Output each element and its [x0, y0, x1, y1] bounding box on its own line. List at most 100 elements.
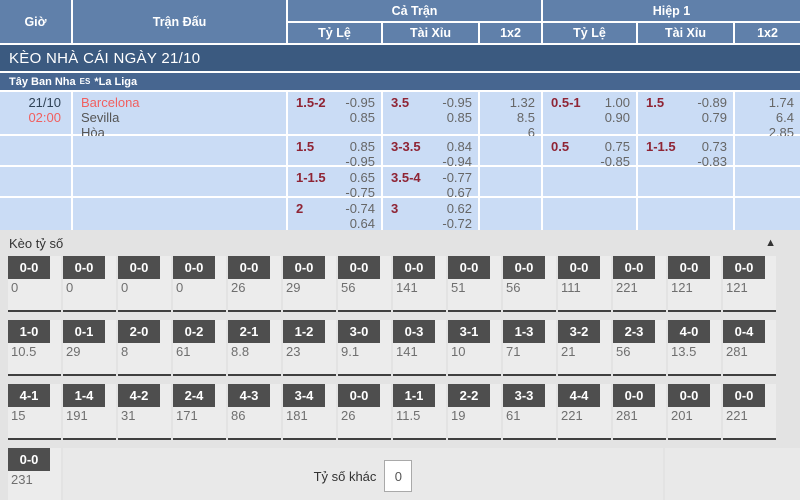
score-odds-cell[interactable]: 0-056 [503, 256, 556, 312]
odds-cell-ft-overunder[interactable]: 30.62-0.72 [383, 198, 478, 230]
score-odds-cell[interactable]: 4-115 [8, 384, 61, 440]
odds-value: 8.5 [517, 110, 535, 125]
score-odds-cell[interactable]: 0-0121 [723, 256, 776, 312]
score-odds-cell[interactable]: 1-010.5 [8, 320, 61, 376]
score-odds-cell[interactable]: 0-026 [338, 384, 391, 440]
score-odds-value: 191 [63, 404, 88, 423]
handicap-line: 0.5 [551, 139, 569, 165]
odds-cell-ft-overunder[interactable]: 3.5-0.950.85 [383, 92, 478, 134]
score-odds-cell[interactable]: 0-0221 [613, 256, 666, 312]
odds-table: Giờ Trận Đấu Cả Trận Hiệp 1 Tỷ Lệ Tài Xỉ… [0, 0, 800, 230]
score-odds-value: 221 [723, 404, 748, 423]
score-odds-cell[interactable]: 1-371 [503, 320, 556, 376]
odds-value: 0.79 [702, 110, 727, 125]
match-time-cell [0, 198, 71, 230]
score-odds-cell[interactable]: 0-0221 [723, 384, 776, 440]
home-team-name[interactable]: Barcelona [81, 95, 286, 110]
score-odds-cell[interactable]: 0-129 [63, 320, 116, 376]
score-odds-cell[interactable]: 1-4191 [63, 384, 116, 440]
score-odds-cell[interactable]: 0-4281 [723, 320, 776, 376]
odds-cell-ft-handicap[interactable]: 1.5-2-0.950.85 [288, 92, 381, 134]
match-teams-cell [73, 136, 286, 165]
score-odds-cell[interactable]: 3-4181 [283, 384, 336, 440]
score-odds-value: 141 [393, 340, 418, 359]
odds-cell-ft-handicap[interactable]: 1-1.50.65-0.75 [288, 167, 381, 196]
score-odds-cell[interactable]: 0-0231 [8, 448, 61, 500]
score-odds-cell[interactable]: 1-223 [283, 320, 336, 376]
handicap-line: 3-3.5 [391, 139, 421, 165]
away-team-name[interactable]: Sevilla [81, 110, 286, 125]
score-odds-value: 61 [173, 340, 190, 359]
score-odds-value: 21 [558, 340, 575, 359]
odds-value: 1.74 [769, 95, 794, 110]
handicap-line: 3 [391, 201, 398, 230]
odds-cell-h1-handicap[interactable]: 0.50.75-0.85 [543, 136, 636, 165]
odds-values: -0.740.64 [345, 201, 375, 230]
score-odds-cell[interactable]: 0-00 [118, 256, 171, 312]
score-odds-cell[interactable]: 0-056 [338, 256, 391, 312]
collapse-arrow-icon[interactable]: ▲ [765, 237, 776, 249]
score-odds-cell[interactable]: 3-221 [558, 320, 611, 376]
league-name: *La Liga [94, 76, 137, 88]
odds-cell-ft-handicap[interactable]: 1.50.85-0.95 [288, 136, 381, 165]
score-odds-cell[interactable]: 0-0281 [613, 384, 666, 440]
score-odds-value: 29 [63, 340, 80, 359]
score-odds-cell[interactable]: 0-261 [173, 320, 226, 376]
score-odds-cell[interactable]: 0-3141 [393, 320, 446, 376]
score-odds-value: 19 [448, 404, 465, 423]
score-odds-cell[interactable]: 4-231 [118, 384, 171, 440]
odds-cell-ft-overunder[interactable]: 3.5-4-0.770.67 [383, 167, 478, 196]
score-odds-cell[interactable]: 1-111.5 [393, 384, 446, 440]
other-score-label: Tỷ số khác [314, 469, 377, 484]
other-score-input[interactable] [384, 460, 412, 492]
odds-cell-h1-overunder[interactable]: 1-1.50.73-0.83 [638, 136, 733, 165]
score-row: 4-1151-41914-2312-41714-3863-41810-0261-… [8, 384, 800, 440]
score-odds-cell[interactable]: 0-00 [173, 256, 226, 312]
odds-cell-ft-overunder[interactable]: 3-3.50.84-0.94 [383, 136, 478, 165]
score-odds-cell[interactable]: 2-18.8 [228, 320, 281, 376]
score-odds-cell[interactable]: 0-0111 [558, 256, 611, 312]
match-time-cell [0, 167, 71, 196]
score-odds-cell[interactable]: 3-09.1 [338, 320, 391, 376]
odds-cell-ft-handicap[interactable]: 2-0.740.64 [288, 198, 381, 230]
score-odds-cell[interactable]: 2-356 [613, 320, 666, 376]
score-odds-cell[interactable]: 4-013.5 [668, 320, 721, 376]
match-date: 21/10 [0, 95, 61, 110]
col-header-ft-overunder: Tài Xỉu [383, 23, 478, 43]
score-odds-value: 10.5 [8, 340, 36, 359]
score-odds-cell[interactable]: 0-00 [8, 256, 61, 312]
score-odds-value: 56 [338, 276, 355, 295]
score-odds-cell[interactable]: 0-00 [63, 256, 116, 312]
score-odds-cell[interactable]: 4-386 [228, 384, 281, 440]
odds-rows: 21/1002:00BarcelonaSevillaHòa1.5-2-0.950… [0, 92, 800, 230]
score-section-header: Kèo tỷ số ▲ [0, 230, 800, 256]
score-odds-cell[interactable]: 0-0121 [668, 256, 721, 312]
score-odds-cell[interactable]: 2-219 [448, 384, 501, 440]
score-odds-value: 0 [63, 276, 73, 295]
score-odds-cell[interactable]: 0-026 [228, 256, 281, 312]
score-odds-cell[interactable]: 2-4171 [173, 384, 226, 440]
odds-cell-ft-1x2 [480, 167, 541, 196]
score-odds-cell[interactable]: 0-051 [448, 256, 501, 312]
score-odds-cell[interactable]: 0-0201 [668, 384, 721, 440]
odds-cell-h1-handicap[interactable]: 0.5-11.000.90 [543, 92, 636, 134]
odds-cell-ft-1x2[interactable]: 1.328.56 [480, 92, 541, 134]
score-odds-cell[interactable]: 2-08 [118, 320, 171, 376]
col-header-ft-handicap: Tỷ Lệ [288, 23, 381, 43]
score-odds-cell[interactable]: 3-361 [503, 384, 556, 440]
handicap-line: 1.5-2 [296, 95, 326, 134]
score-odds-cell[interactable]: 3-110 [448, 320, 501, 376]
col-header-time: Giờ [0, 0, 71, 43]
league-country-code: es [80, 77, 91, 86]
score-odds-value: 231 [8, 468, 33, 487]
score-odds-value: 8 [118, 340, 128, 359]
odds-cell-h1-overunder[interactable]: 1.5-0.890.79 [638, 92, 733, 134]
score-odds-value: 11.5 [393, 404, 420, 423]
score-section-title: Kèo tỷ số [9, 236, 63, 251]
score-odds-cell[interactable]: 0-0141 [393, 256, 446, 312]
score-odds-cell[interactable]: 0-029 [283, 256, 336, 312]
handicap-line: 1-1.5 [296, 170, 326, 196]
score-odds-cell[interactable]: 4-4221 [558, 384, 611, 440]
odds-cell-h1-1x2[interactable]: 1.746.42.85 [735, 92, 800, 134]
handicap-line: 3.5-4 [391, 170, 421, 196]
